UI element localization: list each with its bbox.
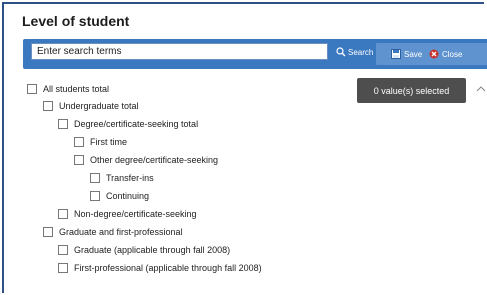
checkbox[interactable] [90,191,100,201]
scroll-up-chevron-icon[interactable] [476,84,486,94]
tree-item[interactable]: First-professional (applicable through f… [58,261,262,275]
checkbox[interactable] [58,119,68,129]
save-label: Save [404,49,423,59]
tree-item-label: Other degree/certificate-seeking [90,155,219,165]
toolbar: Search Save Close [23,39,487,69]
search-button[interactable]: Search [336,44,373,60]
tree-item-label: Graduate (applicable through fall 2008) [74,245,231,255]
tree-item-label: Undergraduate total [59,101,139,111]
tree-item[interactable]: First time [74,135,127,149]
tree-item-label: Transfer-ins [106,173,154,183]
tree-item[interactable]: Degree/certificate-seeking total [58,117,198,131]
tree-item[interactable]: Undergraduate total [43,99,139,113]
checkbox[interactable] [90,173,100,183]
tree-item-label: First time [90,137,127,147]
action-group: Save Close [376,43,487,65]
close-label: Close [442,49,463,59]
tree-item-label: First-professional (applicable through f… [74,263,262,273]
checkbox[interactable] [58,209,68,219]
save-icon [391,49,401,59]
close-icon [429,49,439,59]
checkbox[interactable] [43,227,53,237]
tree-item-label: Degree/certificate-seeking total [74,119,199,129]
tree-item-label: Continuing [106,191,150,201]
checkbox[interactable] [58,263,68,273]
tree-item[interactable]: Other degree/certificate-seeking [74,153,218,167]
tree-item[interactable]: Graduate and first-professional [43,225,183,239]
panel-title: Level of student [22,13,130,29]
checkbox[interactable] [43,101,53,111]
tree-item-label: All students total [43,84,110,94]
selection-count-tooltip: 0 value(s) selected [357,78,466,103]
checkbox[interactable] [74,155,84,165]
tree-item-label: Graduate and first-professional [59,227,183,237]
tree-item[interactable]: Transfer-ins [90,171,154,185]
tree-item-label: Non-degree/certificate-seeking [74,209,197,219]
checkbox[interactable] [58,245,68,255]
save-button[interactable]: Save [391,47,422,61]
close-button[interactable]: Close [429,47,462,61]
checkbox[interactable] [74,137,84,147]
tree-item[interactable]: Continuing [90,189,149,203]
tree-item[interactable]: All students total [27,82,109,96]
tree-item[interactable]: Non-degree/certificate-seeking [58,207,197,221]
tree-item[interactable]: Graduate (applicable through fall 2008) [58,243,230,257]
search-icon [336,47,346,57]
search-label: Search [348,47,374,57]
checkbox[interactable] [27,84,37,94]
search-input[interactable] [31,43,328,60]
